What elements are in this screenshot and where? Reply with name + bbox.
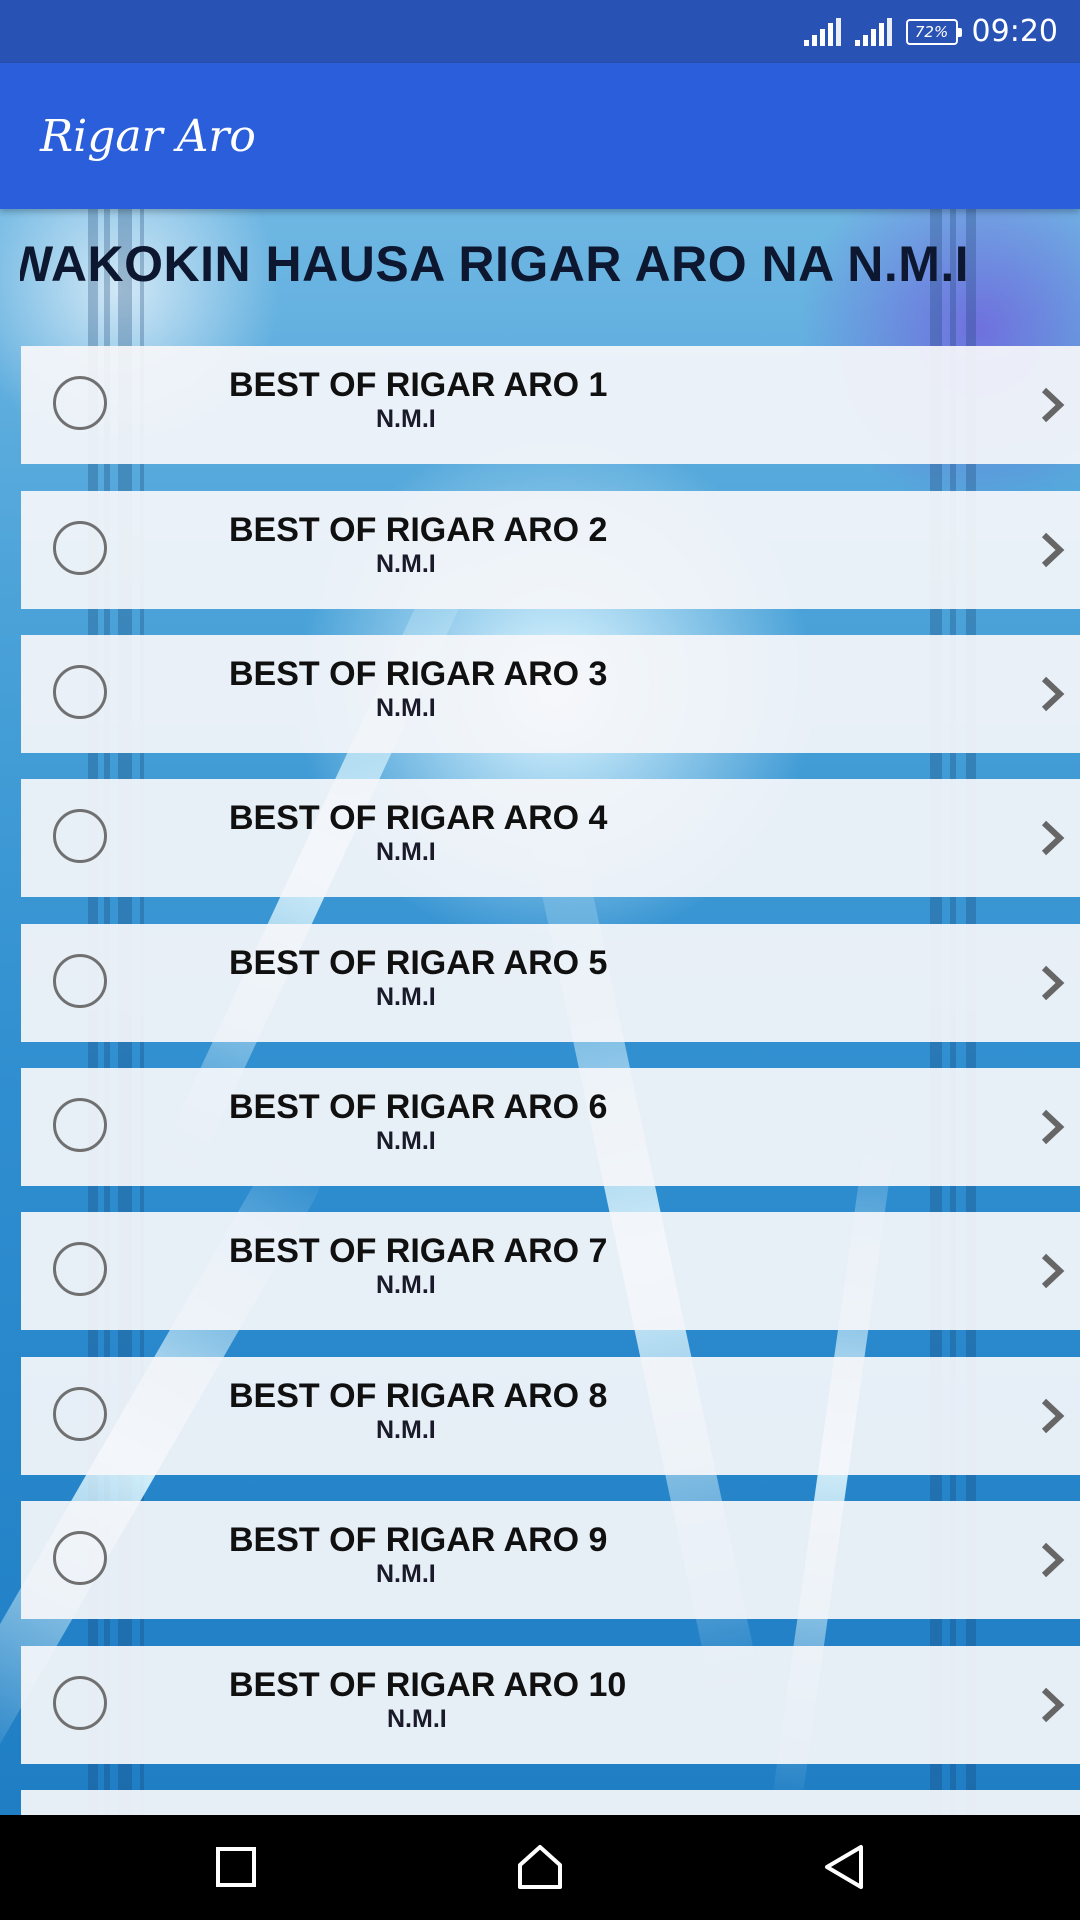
item-title: BEST OF RIGAR ARO 5 [229, 944, 608, 982]
item-title: BEST OF RIGAR ARO 3 [229, 655, 608, 693]
item-subtitle: N.M.I [376, 1127, 436, 1155]
item-subtitle: N.M.I [376, 1271, 436, 1299]
back-triangle-icon[interactable] [815, 1837, 875, 1897]
screen: 72% 09:20 Rigar Aro WAKOKIN HAUSA RIGAR … [0, 0, 1080, 1920]
clock: 09:20 [971, 14, 1058, 49]
list-item[interactable]: BEST OF RIGAR ARO 2 N.M.I [21, 491, 1080, 609]
list-item[interactable]: BEST OF RIGAR ARO 6 N.M.I [21, 1068, 1080, 1186]
item-title: BEST OF RIGAR ARO 4 [229, 799, 608, 837]
list-item[interactable]: BEST OF RIGAR ARO 3 N.M.I [21, 635, 1080, 753]
app-title: Rigar Aro [40, 111, 256, 162]
chevron-right-icon [1041, 965, 1065, 1001]
item-subtitle: N.M.I [376, 550, 436, 578]
chevron-right-icon [1041, 820, 1065, 856]
list-item[interactable]: BEST OF RIGAR ARO 8 N.M.I [21, 1357, 1080, 1475]
item-subtitle: N.M.I [376, 838, 436, 866]
radio-button-icon[interactable] [53, 1098, 107, 1152]
signal-icon [803, 17, 841, 46]
item-title: BEST OF RIGAR ARO 2 [229, 511, 608, 549]
list-item[interactable]: BEST OF RIGAR ARO 9 N.M.I [21, 1501, 1080, 1619]
heading-text: WAKOKIN HAUSA RIGAR ARO NA N.M.I [20, 236, 970, 292]
chevron-right-icon [1041, 1398, 1065, 1434]
recents-square-icon[interactable] [206, 1837, 266, 1897]
item-title: BEST OF RIGAR ARO 1 [229, 366, 608, 404]
item-title: BEST OF RIGAR ARO 8 [229, 1377, 608, 1415]
radio-button-icon[interactable] [53, 1676, 107, 1730]
status-icons: 72% 09:20 [803, 0, 1058, 63]
chevron-right-icon [1041, 676, 1065, 712]
list-item[interactable]: BEST OF RIGAR ARO 1 N.M.I [21, 346, 1080, 464]
app-bar: Rigar Aro [0, 63, 1080, 209]
radio-button-icon[interactable] [53, 954, 107, 1008]
chevron-right-icon [1041, 387, 1065, 423]
chevron-right-icon [1041, 1687, 1065, 1723]
list-item[interactable]: BEST OF RIGAR ARO 5 N.M.I [21, 924, 1080, 1042]
radio-button-icon[interactable] [53, 1387, 107, 1441]
navigation-bar [0, 1815, 1080, 1920]
item-subtitle: N.M.I [376, 1416, 436, 1444]
marquee-heading: WAKOKIN HAUSA RIGAR ARO NA N.M.I [20, 235, 1080, 295]
list-item-partial[interactable] [21, 1790, 1080, 1815]
radio-button-icon[interactable] [53, 665, 107, 719]
list-item[interactable]: BEST OF RIGAR ARO 7 N.M.I [21, 1212, 1080, 1330]
list-item[interactable]: BEST OF RIGAR ARO 10 N.M.I [21, 1646, 1080, 1764]
item-title: BEST OF RIGAR ARO 10 [229, 1666, 627, 1704]
item-subtitle: N.M.I [376, 983, 436, 1011]
list-item[interactable]: BEST OF RIGAR ARO 4 N.M.I [21, 779, 1080, 897]
radio-button-icon[interactable] [53, 376, 107, 430]
item-title: BEST OF RIGAR ARO 6 [229, 1088, 608, 1126]
radio-button-icon[interactable] [53, 1531, 107, 1585]
item-title: BEST OF RIGAR ARO 7 [229, 1232, 608, 1270]
signal-icon [854, 17, 892, 46]
chevron-right-icon [1041, 1542, 1065, 1578]
battery-level: 72% [914, 22, 949, 41]
chevron-right-icon [1041, 1253, 1065, 1289]
home-icon[interactable] [510, 1837, 570, 1897]
radio-button-icon[interactable] [53, 809, 107, 863]
item-subtitle: N.M.I [376, 405, 436, 433]
chevron-right-icon [1041, 532, 1065, 568]
item-title: BEST OF RIGAR ARO 9 [229, 1521, 608, 1559]
radio-button-icon[interactable] [53, 1242, 107, 1296]
battery-icon: 72% [905, 18, 962, 45]
status-bar: 72% 09:20 [0, 0, 1080, 63]
chevron-right-icon [1041, 1109, 1065, 1145]
item-subtitle: N.M.I [376, 1560, 436, 1588]
radio-button-icon[interactable] [53, 521, 107, 575]
item-subtitle: N.M.I [387, 1705, 447, 1733]
item-subtitle: N.M.I [376, 694, 436, 722]
